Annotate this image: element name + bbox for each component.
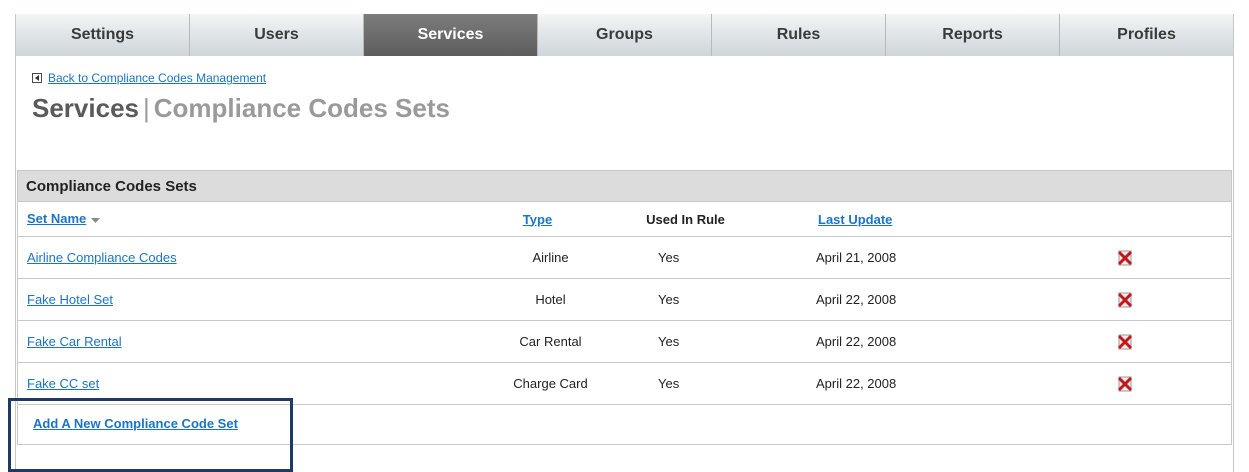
column-header-actions [1028, 202, 1231, 237]
table-row: Airline Compliance Codes Airline Yes Apr… [18, 236, 1231, 279]
column-header-used-in-rule: Used In Rule [603, 202, 768, 237]
set-name-link[interactable]: Fake CC set [27, 376, 99, 391]
column-header-last-update[interactable]: Last Update [768, 202, 1028, 237]
last-update-value: April 22, 2008 [816, 334, 897, 349]
used-in-rule-value: Yes [658, 292, 680, 307]
actions-cell [1028, 278, 1231, 321]
table-row: Fake Car Rental Car Rental Yes April 22,… [18, 320, 1231, 363]
used-in-rule-value: Yes [658, 250, 680, 265]
set-name-link[interactable]: Fake Car Rental [27, 334, 122, 349]
delete-x-icon[interactable] [1117, 376, 1133, 392]
type-cell: Charge Card [458, 362, 603, 405]
set-name-sort-link[interactable]: Set Name [27, 211, 86, 226]
delete-x-icon[interactable] [1117, 250, 1133, 266]
last-update-cell: April 22, 2008 [768, 320, 1028, 363]
tab-groups[interactable]: Groups [538, 14, 712, 56]
type-value: Charge Card [513, 376, 588, 391]
actions-cell [1028, 236, 1231, 279]
last-update-cell: April 22, 2008 [768, 278, 1028, 321]
page-title-sub: Compliance Codes Sets [153, 93, 450, 123]
used-in-rule-label: Used In Rule [646, 211, 725, 227]
tab-profiles[interactable]: Profiles [1060, 14, 1233, 56]
set-name-cell: Fake Car Rental [18, 320, 458, 363]
page-title-main: Services [32, 93, 139, 123]
main-tab-bar: Settings Users Services Groups Rules Rep… [16, 14, 1233, 56]
used-in-rule-cell: Yes [603, 278, 768, 321]
type-cell: Airline [458, 236, 603, 279]
type-cell: Hotel [458, 278, 603, 321]
last-update-value: April 21, 2008 [816, 250, 897, 265]
tab-rules[interactable]: Rules [712, 14, 886, 56]
back-navigation: Back to Compliance Codes Management [32, 71, 266, 85]
set-name-link[interactable]: Fake Hotel Set [27, 292, 113, 307]
last-update-cell: April 22, 2008 [768, 362, 1028, 405]
type-value: Car Rental [519, 334, 582, 349]
last-update-cell: April 21, 2008 [768, 236, 1028, 279]
table-row: Fake Hotel Set Hotel Yes April 22, 2008 [18, 278, 1231, 321]
actions-cell [1028, 320, 1231, 363]
sort-down-icon [91, 212, 101, 227]
column-header-set-name[interactable]: Set Name [18, 202, 458, 237]
panel-heading: Compliance Codes Sets [18, 171, 1231, 202]
tab-settings[interactable]: Settings [16, 14, 190, 56]
actions-cell [1028, 362, 1231, 405]
set-name-cell: Airline Compliance Codes [18, 236, 458, 279]
used-in-rule-value: Yes [658, 334, 680, 349]
page-title: Services | Compliance Codes Sets [32, 93, 450, 124]
type-sort-link[interactable]: Type [509, 212, 552, 227]
tab-users[interactable]: Users [190, 14, 364, 56]
back-to-compliance-codes-link[interactable]: Back to Compliance Codes Management [48, 71, 266, 85]
tab-services[interactable]: Services [364, 14, 538, 56]
set-name-cell: Fake Hotel Set [18, 278, 458, 321]
last-update-value: April 22, 2008 [816, 376, 897, 391]
delete-x-icon[interactable] [1117, 334, 1133, 350]
last-update-value: April 22, 2008 [816, 292, 897, 307]
page-title-separator: | [142, 93, 150, 123]
type-cell: Car Rental [458, 320, 603, 363]
used-in-rule-cell: Yes [603, 320, 768, 363]
back-arrow-icon[interactable] [32, 73, 42, 83]
delete-x-icon[interactable] [1117, 292, 1133, 308]
highlight-box [8, 398, 293, 472]
used-in-rule-cell: Yes [603, 236, 768, 279]
compliance-codes-table: Set Name Type Used In Rule Last Update A… [18, 202, 1231, 405]
type-value: Hotel [535, 292, 566, 307]
table-header-row: Set Name Type Used In Rule Last Update [18, 202, 1231, 237]
last-update-sort-link[interactable]: Last Update [768, 212, 892, 227]
tab-reports[interactable]: Reports [886, 14, 1060, 56]
column-header-type[interactable]: Type [458, 202, 603, 237]
used-in-rule-value: Yes [658, 376, 680, 391]
set-name-link[interactable]: Airline Compliance Codes [27, 250, 177, 265]
used-in-rule-cell: Yes [603, 362, 768, 405]
type-value: Airline [532, 250, 569, 265]
